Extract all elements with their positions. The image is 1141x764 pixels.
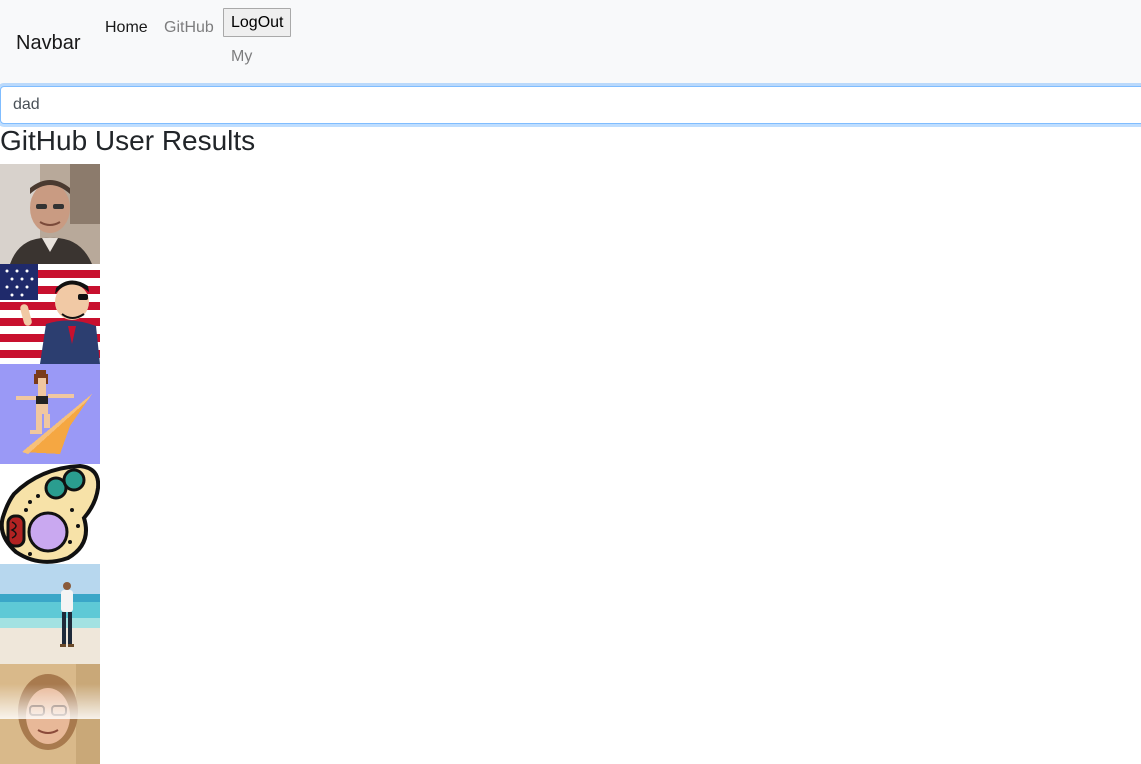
nav-link-home[interactable]: Home: [105, 18, 148, 38]
navbar-brand[interactable]: Navbar: [16, 31, 80, 55]
person-photo-avatar-icon: [0, 164, 100, 264]
cartoon-flag-avatar-icon: [0, 264, 100, 364]
results-title: GitHub User Results: [0, 125, 256, 156]
search-bar: [0, 86, 1141, 124]
nav-link-my[interactable]: My: [231, 47, 252, 67]
person-photo-avatar-icon: [0, 664, 100, 764]
navbar: Navbar Home GitHub LogOut My: [0, 0, 1141, 86]
beach-photo-avatar-icon: [0, 564, 100, 664]
user-avatar-3[interactable]: [0, 364, 100, 464]
user-avatar-6[interactable]: [0, 664, 100, 764]
logout-button[interactable]: LogOut: [223, 8, 292, 37]
nav-link-github[interactable]: GitHub: [164, 18, 214, 38]
user-avatar-4[interactable]: [0, 464, 100, 564]
cell-illustration-avatar-icon: [0, 464, 100, 564]
search-input[interactable]: [0, 86, 1141, 124]
user-avatar-1[interactable]: [0, 164, 100, 264]
pixel-art-surfer-avatar-icon: [0, 364, 100, 464]
user-avatar-2[interactable]: [0, 264, 100, 364]
user-avatar-5[interactable]: [0, 564, 100, 664]
bottom-fade-overlay: [0, 684, 1141, 719]
user-results-list: [0, 164, 100, 764]
